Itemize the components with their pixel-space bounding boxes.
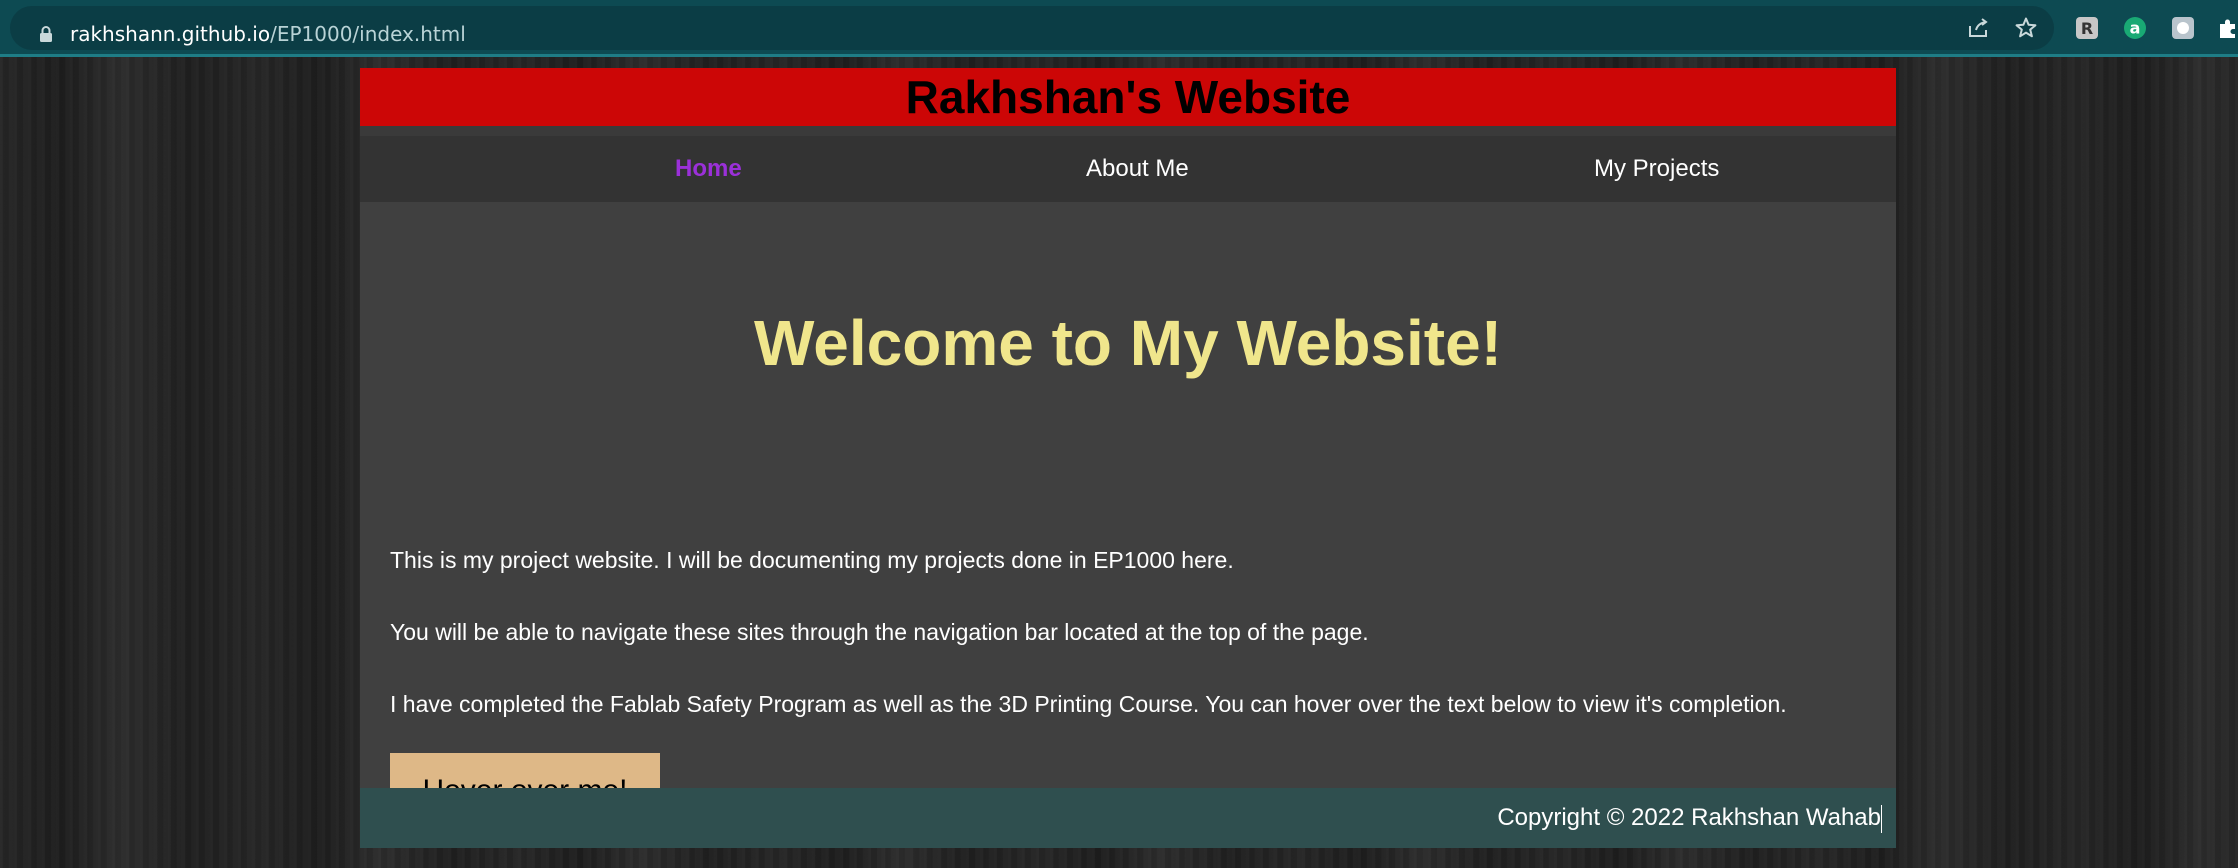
header-divider xyxy=(360,126,1896,136)
nav-link-home[interactable]: Home xyxy=(675,136,742,202)
nav-link-my-projects[interactable]: My Projects xyxy=(1594,136,1719,202)
share-icon[interactable] xyxy=(1966,16,1990,40)
site-header: Rakhshan's Website xyxy=(360,68,1896,126)
svg-text:R: R xyxy=(2081,19,2093,38)
svg-text:a: a xyxy=(2130,19,2141,38)
copyright-label: Copyright © 2022 Rakhshan Wahab xyxy=(1497,804,1881,831)
lock-icon[interactable] xyxy=(36,24,56,44)
copyright-text: Copyright © 2022 Rakhshan Wahab xyxy=(1497,788,1882,848)
extension-a-icon[interactable]: a xyxy=(2123,16,2147,40)
address-bar[interactable]: rakhshann.github.io/EP1000/index.html xyxy=(10,6,2054,50)
browser-toolbar: rakhshann.github.io/EP1000/index.html R … xyxy=(0,0,2238,57)
welcome-heading: Welcome to My Website! xyxy=(754,307,1502,379)
main-content: Welcome to My Website! This is my projec… xyxy=(360,202,1896,829)
navigation-bar: Home About Me My Projects xyxy=(360,136,1896,202)
url-path: /EP1000/index.html xyxy=(270,22,466,46)
completion-paragraph: I have completed the Fablab Safety Progr… xyxy=(390,691,1787,717)
star-icon[interactable] xyxy=(2014,16,2038,40)
navigation-paragraph: You will be able to navigate these sites… xyxy=(390,619,1369,645)
intro-paragraph: This is my project website. I will be do… xyxy=(390,547,1234,573)
nav-link-about-me[interactable]: About Me xyxy=(1086,136,1189,202)
extension-r-icon[interactable]: R xyxy=(2075,16,2099,40)
text-cursor xyxy=(1881,804,1882,833)
site-footer: Copyright © 2022 Rakhshan Wahab xyxy=(360,788,1896,848)
url-text[interactable]: rakhshann.github.io/EP1000/index.html xyxy=(70,22,466,46)
url-host: rakhshann.github.io xyxy=(70,22,271,46)
extension-circle-icon[interactable] xyxy=(2171,16,2195,40)
site-title: Rakhshan's Website xyxy=(905,71,1351,123)
puzzle-icon[interactable] xyxy=(2216,16,2238,40)
page-container: Rakhshan's Website Home About Me My Proj… xyxy=(360,68,1896,848)
